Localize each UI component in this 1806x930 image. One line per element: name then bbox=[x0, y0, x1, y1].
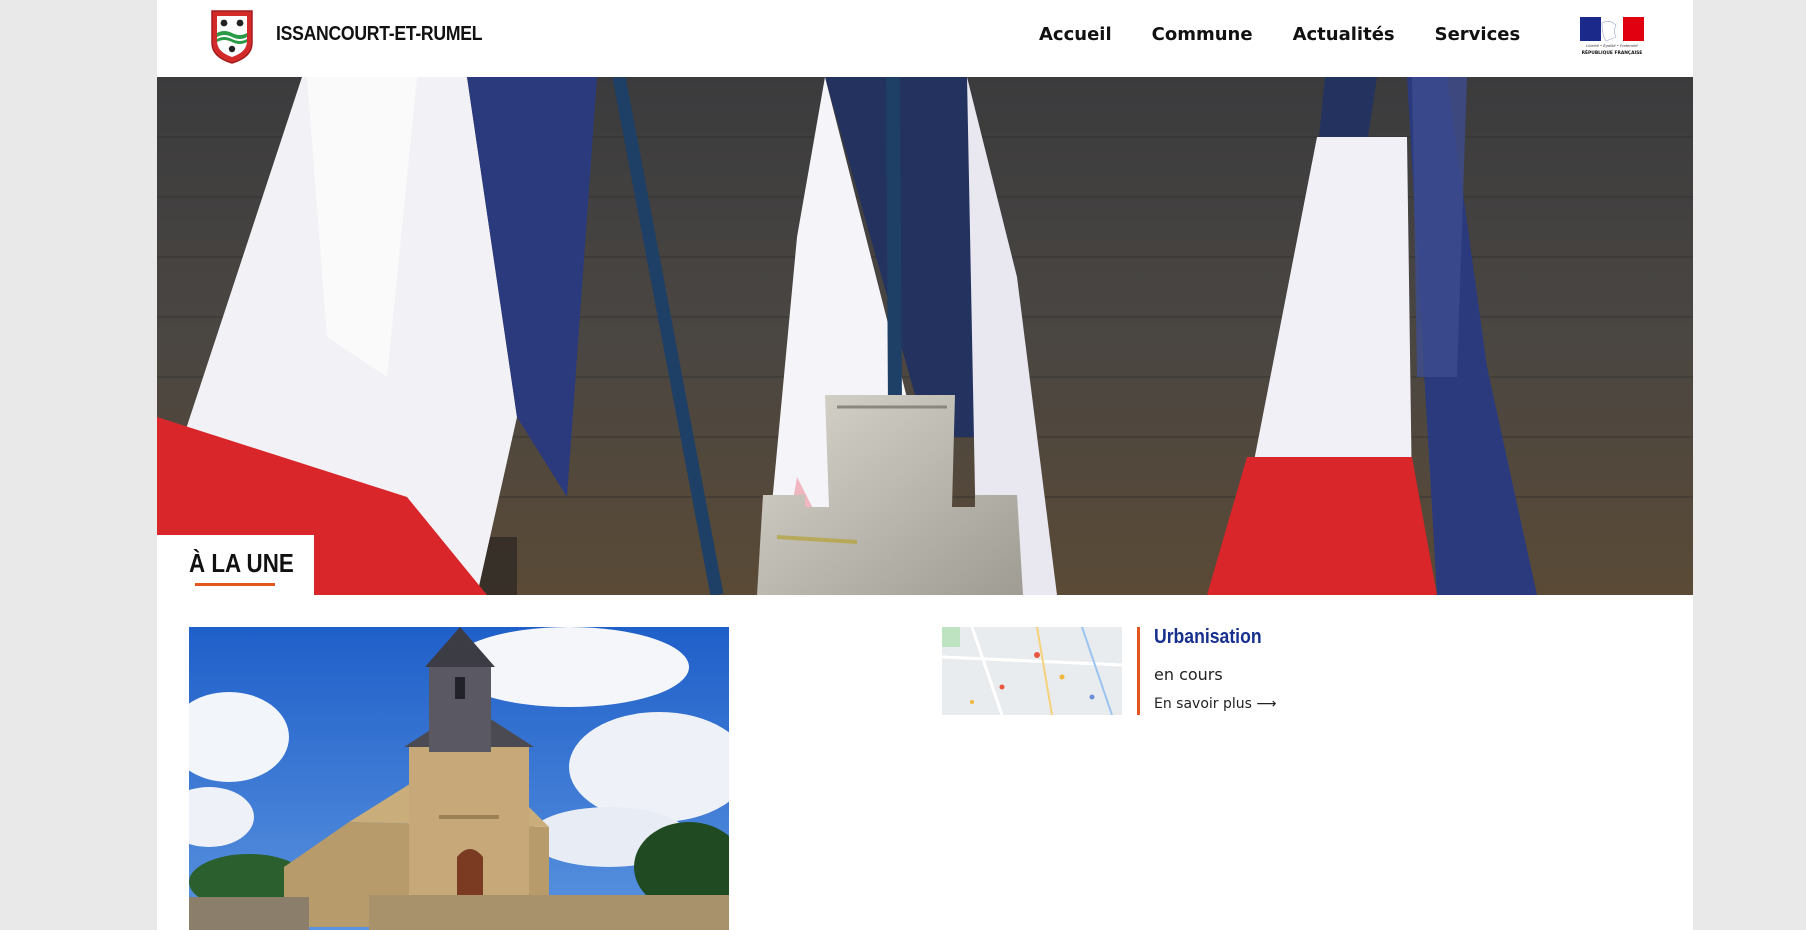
hero-image bbox=[157, 77, 1693, 595]
nav-item-accueil[interactable]: Accueil bbox=[1039, 24, 1112, 45]
section-title: À LA UNE bbox=[189, 548, 294, 578]
marianne-caption: RÉPUBLIQUE FRANÇAISE bbox=[1582, 48, 1643, 56]
feature-image[interactable] bbox=[189, 627, 729, 930]
main-nav: Accueil Commune Actualités Services bbox=[1039, 24, 1560, 45]
commune-crest-icon[interactable] bbox=[210, 9, 254, 65]
nav-item-services[interactable]: Services bbox=[1435, 24, 1521, 45]
marianne-logo-icon[interactable]: Liberté • Égalité • Fraternité RÉPUBLIQU… bbox=[1580, 17, 1644, 57]
news-card-subtitle: en cours bbox=[1154, 665, 1223, 684]
read-more-link[interactable]: En savoir plus ⟶ bbox=[1154, 696, 1276, 712]
page-container: ISSANCOURT-ET-RUMEL Accueil Commune Actu… bbox=[157, 0, 1693, 930]
news-card-title[interactable]: Urbanisation bbox=[1154, 626, 1262, 649]
section-heading-box: À LA UNE bbox=[157, 535, 314, 595]
marianne-motto: Liberté • Égalité • Fraternité bbox=[1586, 43, 1638, 48]
news-card-thumbnail[interactable] bbox=[942, 627, 1122, 715]
nav-item-commune[interactable]: Commune bbox=[1152, 24, 1253, 45]
site-name[interactable]: ISSANCOURT-ET-RUMEL bbox=[276, 23, 482, 46]
news-card-divider bbox=[1137, 627, 1140, 715]
nav-item-actualites[interactable]: Actualités bbox=[1293, 24, 1395, 45]
site-header: ISSANCOURT-ET-RUMEL Accueil Commune Actu… bbox=[157, 0, 1693, 77]
section-title-underline bbox=[195, 583, 275, 586]
